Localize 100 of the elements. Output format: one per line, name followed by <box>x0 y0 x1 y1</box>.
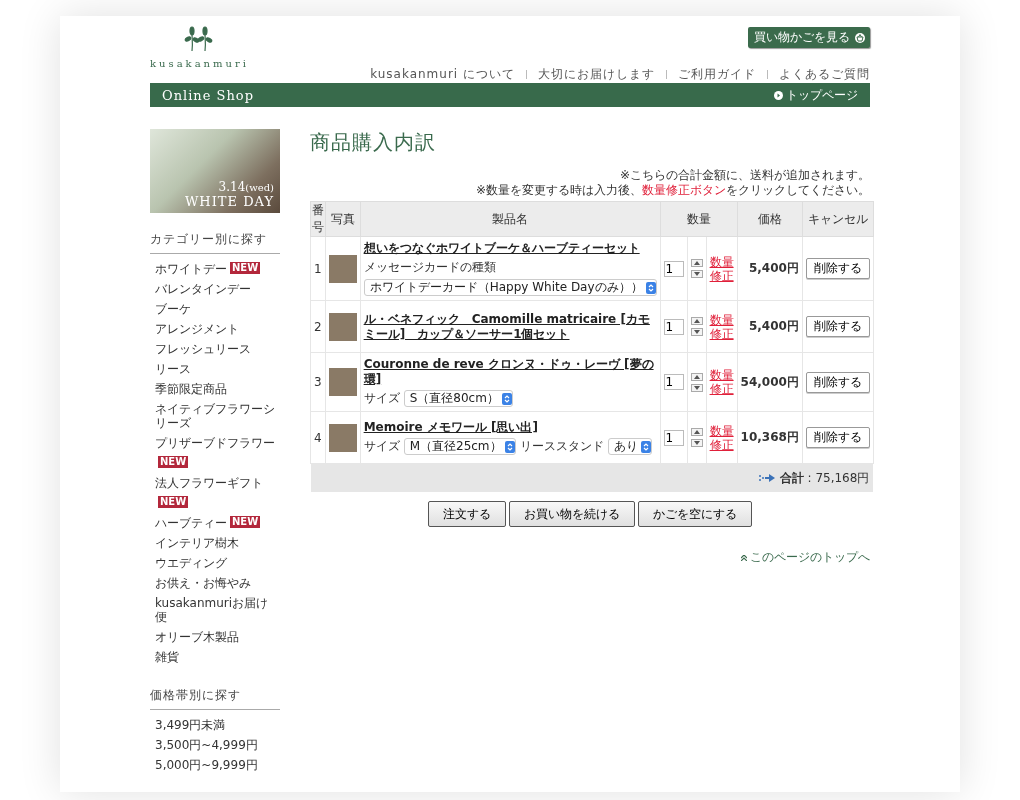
category-link[interactable]: インテリア樹木 <box>155 533 239 553</box>
category-link[interactable]: ウエディング <box>155 553 227 573</box>
page-title: 商品購入内訳 <box>310 129 437 156</box>
option-label: メッセージカードの種類 <box>363 259 496 276</box>
product-link[interactable]: 想いをつなぐホワイトブーケ＆ハーブティーセット <box>363 241 657 256</box>
nav-link[interactable]: よくあるご質問 <box>779 66 870 83</box>
nav-link[interactable]: ご利用ガイド <box>678 66 756 83</box>
delete-button[interactable]: 削除する <box>805 258 870 279</box>
photo-placeholder <box>328 254 357 283</box>
category-link[interactable]: バレンタインデー <box>155 279 251 299</box>
price-cell: 5,400円 <box>737 300 803 353</box>
chevron-updown-icon <box>640 440 651 453</box>
option-label: サイズ <box>363 438 400 455</box>
action-button[interactable]: 注文する <box>428 501 506 527</box>
product-link[interactable]: Couronne de reve クロンヌ・ドゥ・レーヴ [夢の環] <box>363 357 657 387</box>
new-badge: NEW <box>158 456 189 468</box>
photo-placeholder <box>328 423 357 452</box>
delete-button[interactable]: 削除する <box>805 371 870 393</box>
category-link[interactable]: お供え・お悔やみ <box>155 573 251 593</box>
column-header: 写真 <box>325 201 361 237</box>
sprout-logo-icon <box>184 26 215 52</box>
action-button[interactable]: かごを空にする <box>638 501 752 527</box>
column-header: 番号 <box>310 201 326 237</box>
new-badge: NEW <box>230 516 261 528</box>
section-heading: 価格帯別に探す <box>150 687 280 710</box>
price-cell: 54,000円 <box>737 352 803 412</box>
option-label: リーススタンド <box>519 438 604 455</box>
quantity-field[interactable]: 1 <box>663 318 684 335</box>
row-number: 3 <box>310 352 326 412</box>
logo-text: kusakanmuri <box>150 58 249 69</box>
decrease-button[interactable] <box>690 439 703 447</box>
delete-button[interactable]: 削除する <box>805 427 870 448</box>
option-label: サイズ <box>363 390 400 407</box>
triangle-up-icon <box>693 319 700 323</box>
quantity-field[interactable]: 1 <box>663 429 684 446</box>
decrease-button[interactable] <box>690 383 703 392</box>
photo-placeholder <box>328 312 357 341</box>
category-link[interactable]: ブーケ <box>155 299 191 319</box>
category-link[interactable]: プリザーブドフラワー <box>155 433 275 453</box>
chevron-updown-icon <box>501 392 512 405</box>
top-page-link[interactable]: トップページ <box>774 86 858 104</box>
triangle-up-icon <box>693 430 700 434</box>
total-amount: 合計 : 75,168円 <box>779 469 870 487</box>
increase-button[interactable] <box>690 317 703 325</box>
banner-title: WHITE DAY <box>185 194 274 209</box>
delete-button[interactable]: 削除する <box>805 316 870 337</box>
decrease-button[interactable] <box>690 328 703 336</box>
photo-placeholder <box>328 368 357 396</box>
price-range-link[interactable]: 3,500円~4,999円 <box>155 735 258 755</box>
category-link[interactable]: ネイティブフラワーシリーズ <box>155 399 277 433</box>
promo-banner[interactable]: 3.14(wed) WHITE DAY <box>150 129 280 213</box>
nav-link[interactable]: kusakanmuri について <box>370 66 515 83</box>
triangle-down-icon <box>693 272 700 276</box>
row-number: 2 <box>310 300 326 353</box>
chevron-updown-icon <box>645 281 656 294</box>
category-link[interactable]: kusakanmuriお届け便 <box>155 593 277 627</box>
triangle-up-icon <box>693 374 700 379</box>
basket-icon <box>854 32 866 43</box>
category-link[interactable]: フレッシュリース <box>155 339 251 359</box>
increase-button[interactable] <box>690 259 703 267</box>
triangle-down-icon <box>693 330 700 334</box>
quantity-note: ※数量を変更する時は入力後、数量修正ボタンをクリックしてください。 <box>474 183 870 198</box>
price-range-link[interactable]: 5,000円~9,999円 <box>155 755 258 775</box>
cart-button[interactable]: 買い物かごを見る <box>748 27 870 48</box>
decrease-button[interactable] <box>690 270 703 278</box>
nav-link[interactable]: 大切にお届けします <box>538 66 655 83</box>
option-dropdown[interactable]: M（直径25cm） <box>403 438 516 455</box>
increase-button[interactable] <box>690 428 703 436</box>
option-dropdown[interactable]: S（直径80cm） <box>403 390 513 407</box>
quantity-field[interactable]: 1 <box>663 374 684 390</box>
category-link[interactable]: 法人フラワーギフト <box>155 473 263 493</box>
category-link[interactable]: リース <box>155 359 191 379</box>
triangle-down-icon <box>693 385 700 390</box>
column-header: 価格 <box>737 201 803 237</box>
play-circle-icon <box>774 90 783 100</box>
product-link[interactable]: Memoire メモワール [思い出] <box>363 420 657 435</box>
banner-title: Online Shop <box>162 87 254 103</box>
price-range-link[interactable]: 3,499円未満 <box>155 715 226 735</box>
column-header: キャンセル <box>802 201 874 237</box>
quantity-field[interactable]: 1 <box>663 260 684 277</box>
new-badge: NEW <box>230 262 261 274</box>
option-dropdown[interactable]: あり <box>607 438 652 455</box>
category-link[interactable]: ハーブティー <box>155 513 227 533</box>
price-cell: 5,400円 <box>737 236 803 301</box>
increase-button[interactable] <box>690 372 703 381</box>
category-link[interactable]: アレンジメント <box>155 319 239 339</box>
double-caret-up-icon <box>741 554 747 561</box>
page-top-link[interactable]: このページのトップへ <box>310 549 870 566</box>
category-link[interactable]: 季節限定商品 <box>155 379 227 399</box>
category-link[interactable]: ホワイトデー <box>155 259 227 279</box>
column-header: 数量 <box>660 201 738 237</box>
option-dropdown[interactable]: ホワイトデーカード（Happy White Dayのみ）） <box>363 279 657 296</box>
action-button[interactable]: お買い物を続ける <box>509 501 635 527</box>
new-badge: NEW <box>158 496 189 508</box>
dotted-arrow-icon <box>758 474 775 482</box>
category-link[interactable]: 雑貨 <box>155 647 179 667</box>
column-header: 製品名 <box>360 201 661 237</box>
row-number: 1 <box>310 236 326 301</box>
category-link[interactable]: オリーブ木製品 <box>155 627 239 647</box>
price-cell: 10,368円 <box>737 411 803 464</box>
